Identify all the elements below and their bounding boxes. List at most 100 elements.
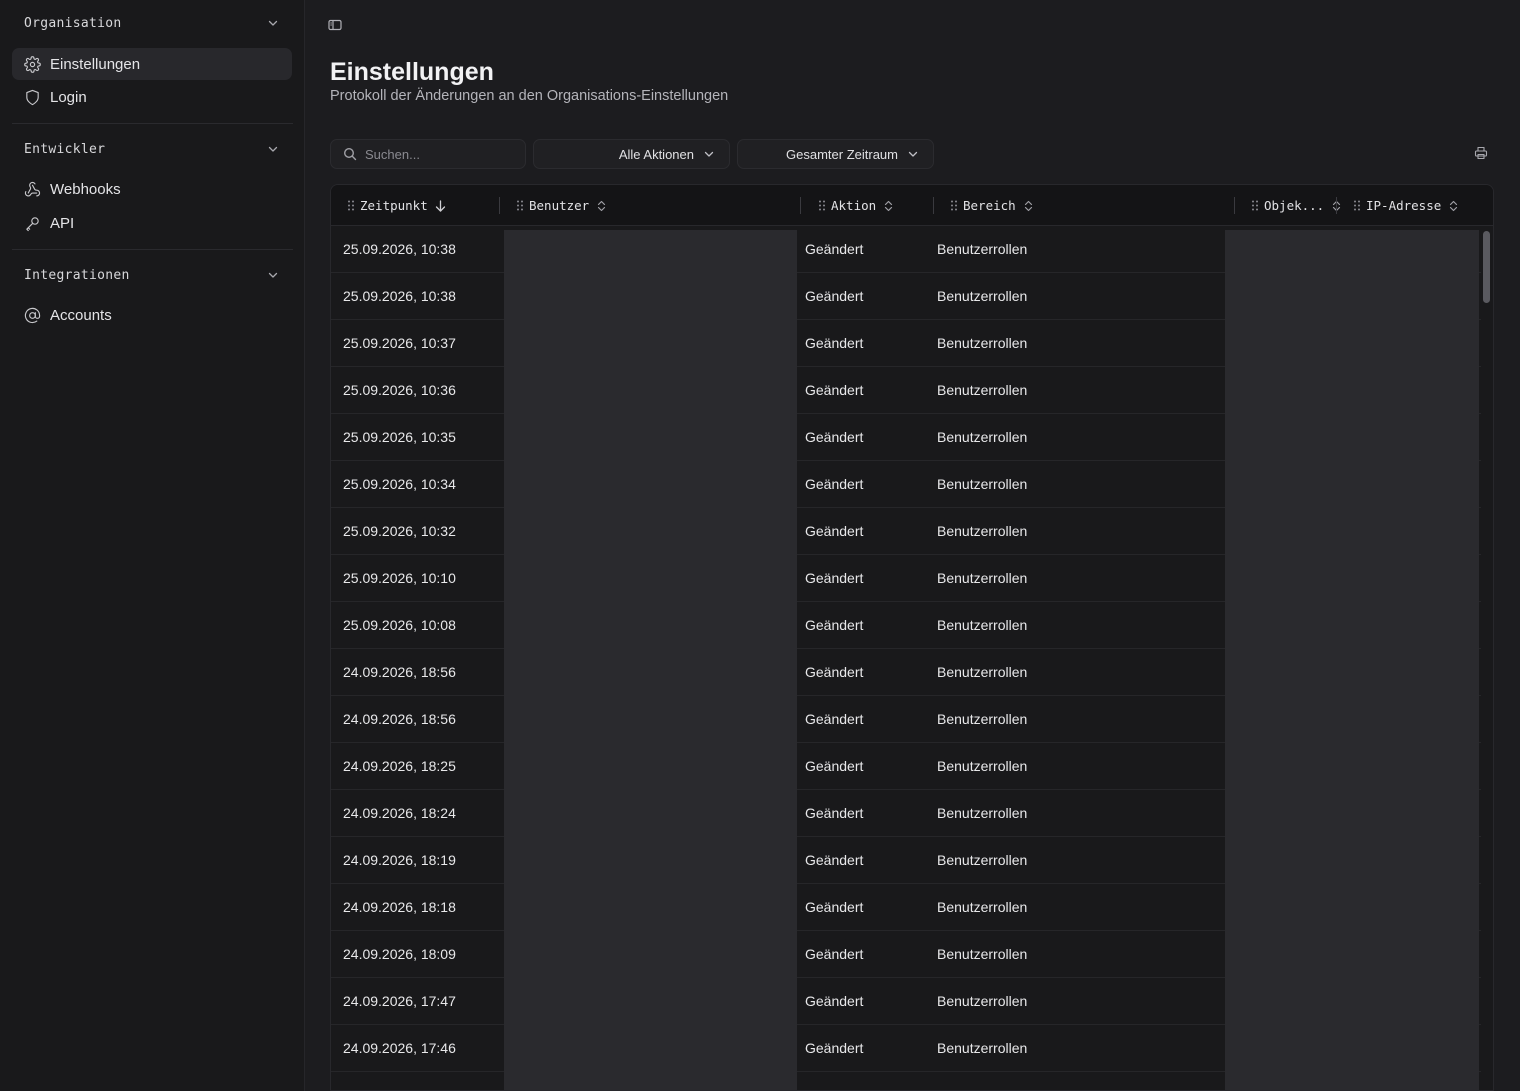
column-separator[interactable]: [499, 197, 500, 214]
sidebar-toggle-icon[interactable]: [328, 18, 342, 32]
sidebar-item-api[interactable]: API: [12, 207, 292, 239]
cell-bereich: Benutzerrollen: [937, 382, 1028, 398]
cell-bereich: Benutzerrollen: [937, 664, 1028, 680]
sidebar: Organisation Einstellungen Login Entwick…: [0, 0, 305, 1091]
sidebar-divider: [12, 249, 293, 250]
drag-handle-icon[interactable]: [347, 200, 355, 211]
column-header-aktion[interactable]: Aktion: [818, 185, 894, 226]
cell-bereich: Benutzerrollen: [937, 241, 1028, 257]
cell-zeitpunkt: 24.09.2026, 17:47: [343, 993, 456, 1009]
cell-aktion: Geändert: [805, 382, 864, 398]
cell-bereich: Benutzerrollen: [937, 617, 1028, 633]
table-header: Zeitpunkt Benutzer Aktion Bereich Objek.…: [331, 185, 1493, 226]
cell-zeitpunkt: 25.09.2026, 10:37: [343, 335, 456, 351]
cell-aktion: Geändert: [805, 993, 864, 1009]
key-icon: [26, 216, 39, 231]
group-title: Entwickler: [24, 141, 106, 157]
cell-aktion: Geändert: [805, 617, 864, 633]
chevron-down-icon: [268, 20, 278, 26]
cell-bereich: Benutzerrollen: [937, 993, 1028, 1009]
column-separator[interactable]: [933, 197, 934, 214]
scrollbar-thumb[interactable]: [1483, 231, 1490, 303]
audit-log-table: Zeitpunkt Benutzer Aktion Bereich Objek.…: [330, 184, 1494, 1091]
column-label: Bereich: [963, 198, 1016, 213]
cell-bereich: Benutzerrollen: [937, 476, 1028, 492]
cell-zeitpunkt: 25.09.2026, 10:34: [343, 476, 456, 492]
cell-aktion: Geändert: [805, 429, 864, 445]
column-header-bereich[interactable]: Bereich: [950, 185, 1034, 226]
search-input[interactable]: [365, 146, 515, 162]
chevron-down-icon: [704, 151, 714, 157]
column-separator[interactable]: [1234, 197, 1235, 214]
drag-handle-icon[interactable]: [1251, 200, 1259, 211]
page-subtitle: Protokoll der Änderungen an den Organisa…: [330, 88, 729, 104]
sidebar-divider: [12, 123, 293, 124]
cell-zeitpunkt: 24.09.2026, 18:09: [343, 946, 456, 962]
cell-zeitpunkt: 24.09.2026, 18:25: [343, 758, 456, 774]
cell-aktion: Geändert: [805, 946, 864, 962]
cell-aktion: Geändert: [805, 476, 864, 492]
cell-zeitpunkt: 24.09.2026, 18:18: [343, 899, 456, 915]
group-title: Integrationen: [24, 267, 130, 283]
group-header-integrationen[interactable]: Integrationen: [0, 260, 305, 290]
cell-bereich: Benutzerrollen: [937, 335, 1028, 351]
column-label: IP-Adresse: [1366, 198, 1442, 213]
period-filter-value: Gesamter Zeitraum: [786, 146, 898, 162]
cell-zeitpunkt: 25.09.2026, 10:10: [343, 570, 456, 586]
gear-icon: [24, 55, 41, 73]
scrollbar-track[interactable]: [1481, 226, 1493, 1090]
webhook-icon: [24, 181, 41, 196]
cell-zeitpunkt: 25.09.2026, 10:35: [343, 429, 456, 445]
column-header-benutzer[interactable]: Benutzer: [516, 185, 607, 226]
sidebar-item-label: Login: [50, 88, 87, 106]
cell-bereich: Benutzerrollen: [937, 288, 1028, 304]
shield-icon: [26, 89, 39, 105]
drag-handle-icon[interactable]: [516, 200, 524, 211]
cell-bereich: Benutzerrollen: [937, 570, 1028, 586]
group-header-entwickler[interactable]: Entwickler: [0, 134, 305, 164]
cell-aktion: Geändert: [805, 523, 864, 539]
search-icon: [343, 147, 357, 161]
cell-bereich: Benutzerrollen: [937, 899, 1028, 915]
cell-zeitpunkt: 24.09.2026, 18:56: [343, 664, 456, 680]
sidebar-item-webhooks[interactable]: Webhooks: [12, 173, 292, 205]
at-sign-icon: [24, 307, 41, 323]
cell-aktion: Geändert: [805, 852, 864, 868]
sidebar-item-accounts[interactable]: Accounts: [12, 299, 292, 331]
cell-aktion: Geändert: [805, 1040, 864, 1056]
sidebar-item-label: Webhooks: [50, 180, 121, 198]
cell-zeitpunkt: 25.09.2026, 10:38: [343, 288, 456, 304]
sidebar-item-label: Accounts: [50, 306, 112, 324]
cell-bereich: Benutzerrollen: [937, 805, 1028, 821]
drag-handle-icon[interactable]: [1353, 200, 1361, 211]
search-box[interactable]: [330, 139, 526, 169]
sort-toggle-icon: [885, 200, 893, 211]
cell-aktion: Geändert: [805, 758, 864, 774]
column-header-objekt[interactable]: Objek...: [1251, 185, 1342, 226]
sort-toggle-icon: [1450, 200, 1458, 211]
sidebar-item-einstellungen[interactable]: Einstellungen: [12, 48, 292, 80]
redacted-benutzer-column: [504, 230, 797, 1090]
cell-aktion: Geändert: [805, 288, 864, 304]
cell-aktion: Geändert: [805, 570, 864, 586]
column-separator[interactable]: [1336, 197, 1337, 214]
sidebar-item-login[interactable]: Login: [12, 81, 292, 113]
sort-toggle-icon: [598, 200, 606, 211]
cell-aktion: Geändert: [805, 899, 864, 915]
sort-descending-icon: [435, 199, 445, 212]
drag-handle-icon[interactable]: [950, 200, 958, 211]
cell-zeitpunkt: 25.09.2026, 10:36: [343, 382, 456, 398]
column-separator[interactable]: [800, 197, 801, 214]
group-header-organisation[interactable]: Organisation: [0, 8, 305, 38]
drag-handle-icon[interactable]: [818, 200, 826, 211]
cell-aktion: Geändert: [805, 241, 864, 257]
action-filter-value: Alle Aktionen: [618, 146, 694, 162]
cell-zeitpunkt: 25.09.2026, 10:08: [343, 617, 456, 633]
action-filter-select[interactable]: Alle Aktionen: [533, 139, 730, 169]
period-filter-select[interactable]: Gesamter Zeitraum: [737, 139, 934, 169]
column-header-ip-adresse[interactable]: IP-Adresse: [1353, 185, 1459, 226]
column-label: Aktion: [831, 198, 877, 213]
redacted-object-ip-columns: [1225, 230, 1479, 1090]
print-icon[interactable]: [1474, 146, 1488, 160]
column-header-zeitpunkt[interactable]: Zeitpunkt: [347, 185, 446, 226]
